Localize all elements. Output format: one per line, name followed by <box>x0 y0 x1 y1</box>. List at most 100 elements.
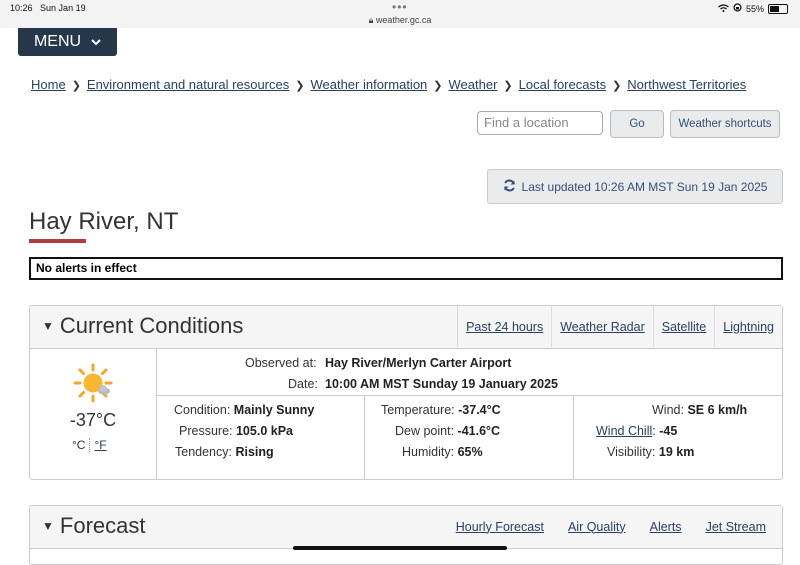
alerts-link[interactable]: Alerts <box>638 506 694 547</box>
status-icons: 55% <box>718 3 788 14</box>
wind-chill-link[interactable]: Wind Chill <box>596 424 652 438</box>
orientation-lock-icon <box>733 3 742 14</box>
battery-icon <box>768 3 788 14</box>
current-conditions-toggle[interactable]: ▼ Current Conditions <box>42 313 243 339</box>
dew-point-value: -41.6°C <box>457 424 501 438</box>
current-conditions-links: Past 24 hours Weather Radar Satellite Li… <box>457 306 782 347</box>
chevron-right-icon: ❯ <box>295 80 305 92</box>
observed-at-row: Observed at: <box>245 356 317 370</box>
date-label-row: Date: <box>288 377 318 391</box>
weather-radar-link[interactable]: Weather Radar <box>551 306 653 347</box>
pressure-value: 105.0 kPa <box>235 424 293 438</box>
wind-chill-row: Wind Chill: -45 <box>596 424 677 438</box>
mainly-sunny-icon <box>73 363 113 408</box>
more-dots-icon[interactable]: ••• <box>392 0 408 14</box>
breadcrumb-northwest-territories[interactable]: Northwest Territories <box>627 77 746 92</box>
breadcrumb-local-forecasts[interactable]: Local forecasts <box>519 77 606 92</box>
wind-chill-colon: : <box>652 424 656 438</box>
visibility-row: Visibility: 19 km <box>607 445 694 459</box>
title-underline <box>29 239 86 243</box>
pressure-label: Pressure: <box>179 424 233 438</box>
menu-label: MENU <box>33 33 82 50</box>
pressure-row: Pressure: 105.0 kPa <box>179 424 293 438</box>
unit-toggle: °C °F <box>72 438 107 452</box>
humidity-row: Humidity: 65% <box>402 445 483 459</box>
forecast-header: ▼ Forecast Hourly Forecast Air Quality A… <box>30 506 782 549</box>
go-button[interactable]: Go <box>610 110 664 138</box>
battery-percent: 55% <box>745 3 764 14</box>
breadcrumb-weather[interactable]: Weather <box>449 77 498 92</box>
current-conditions-header: ▼ Current Conditions Past 24 hours Weath… <box>30 306 782 349</box>
browser-status-bar: 10:26 Sun Jan 19 ••• 🔒︎ weather.gc.ca 55… <box>0 0 800 28</box>
chevron-down-icon <box>91 33 101 51</box>
home-indicator[interactable] <box>293 546 507 550</box>
temperature-label: Temperature: <box>381 403 455 417</box>
address-bar[interactable]: 🔒︎ weather.gc.ca <box>0 15 800 26</box>
visibility-label: Visibility: <box>607 445 656 459</box>
celsius-unit: °C <box>72 438 86 452</box>
last-updated-text: Last updated 10:26 AM MST Sun 19 Jan 202… <box>521 179 768 194</box>
breadcrumb-home[interactable]: Home <box>31 77 66 92</box>
breadcrumb-environment[interactable]: Environment and natural resources <box>87 77 289 92</box>
forecast-title: Forecast <box>59 513 146 538</box>
visibility-value: 19 km <box>658 445 695 459</box>
date-label: Date: <box>288 377 318 391</box>
menu-button[interactable]: MENU <box>18 28 117 56</box>
wind-chill-value: -45 <box>659 424 678 438</box>
wind-label: Wind: <box>652 403 684 417</box>
satellite-link[interactable]: Satellite <box>652 306 714 347</box>
caret-down-icon: ▼ <box>42 519 54 533</box>
lightning-link[interactable]: Lightning <box>714 306 782 347</box>
humidity-value: 65% <box>457 445 483 459</box>
chevron-right-icon: ❯ <box>433 80 443 92</box>
temperature-row: Temperature: -37.4°C <box>381 403 501 417</box>
caret-down-icon: ▼ <box>42 319 54 333</box>
wind-value: SE 6 km/h <box>687 403 748 417</box>
condition-label: Condition: <box>174 403 231 417</box>
divider <box>573 395 574 480</box>
condition-value: Mainly Sunny <box>233 403 315 417</box>
last-updated-button[interactable]: Last updated 10:26 AM MST Sun 19 Jan 202… <box>487 169 783 204</box>
condition-icon-cell: -37°C °C °F <box>30 349 157 480</box>
dew-point-label: Dew point: <box>395 424 455 438</box>
forecast-toggle[interactable]: ▼ Forecast <box>42 513 145 539</box>
current-conditions-title: Current Conditions <box>59 313 244 338</box>
condition-row: Condition: Mainly Sunny <box>174 403 314 417</box>
forecast-panel: ▼ Forecast Hourly Forecast Air Quality A… <box>29 505 783 565</box>
tendency-value: Rising <box>235 445 274 459</box>
breadcrumb: Home ❯ Environment and natural resources ❯ W… <box>31 77 746 92</box>
tendency-row: Tendency: Rising <box>175 445 274 459</box>
past-24-hours-link[interactable]: Past 24 hours <box>457 306 551 347</box>
observed-at-value: Hay River/Merlyn Carter Airport <box>325 356 512 370</box>
dew-point-row: Dew point: -41.6°C <box>395 424 500 438</box>
observed-at-value-row: Hay River/Merlyn Carter Airport <box>325 356 511 370</box>
current-conditions-body: -37°C °C °F Observed at: Hay River/Merly… <box>30 349 783 480</box>
chevron-right-icon: ❯ <box>71 80 81 92</box>
humidity-label: Humidity: <box>402 445 455 459</box>
status-time: 10:26 Sun Jan 19 <box>10 3 86 13</box>
hourly-forecast-link[interactable]: Hourly Forecast <box>444 506 556 547</box>
weather-shortcuts-button[interactable]: Weather shortcuts <box>670 110 780 138</box>
breadcrumb-weather-information[interactable]: Weather information <box>310 77 427 92</box>
air-quality-link[interactable]: Air Quality <box>556 506 638 547</box>
date-value-row: 10:00 AM MST Sunday 19 January 2025 <box>325 377 558 391</box>
observed-at-label: Observed at: <box>245 356 317 370</box>
jet-stream-link[interactable]: Jet Stream <box>694 506 782 547</box>
forecast-links: Hourly Forecast Air Quality Alerts Jet S… <box>444 506 782 547</box>
location-search-input[interactable]: Find a location <box>477 111 603 135</box>
current-conditions-panel: ▼ Current Conditions Past 24 hours Weath… <box>29 305 783 480</box>
chevron-right-icon: ❯ <box>612 80 622 92</box>
fahrenheit-link[interactable]: °F <box>89 438 107 452</box>
divider <box>156 395 783 396</box>
current-temperature: -37°C <box>69 410 117 430</box>
wind-row: Wind: SE 6 km/h <box>652 403 747 417</box>
wifi-icon <box>718 3 729 14</box>
refresh-icon <box>503 179 516 195</box>
chevron-right-icon: ❯ <box>503 80 513 92</box>
page-title: Hay River, NT <box>29 208 179 235</box>
date-value: 10:00 AM MST Sunday 19 January 2025 <box>325 377 558 391</box>
lock-icon: 🔒︎ <box>368 15 374 25</box>
tendency-label: Tendency: <box>175 445 232 459</box>
temperature-value: -37.4°C <box>458 403 501 417</box>
alerts-banner: No alerts in effect <box>29 257 783 280</box>
